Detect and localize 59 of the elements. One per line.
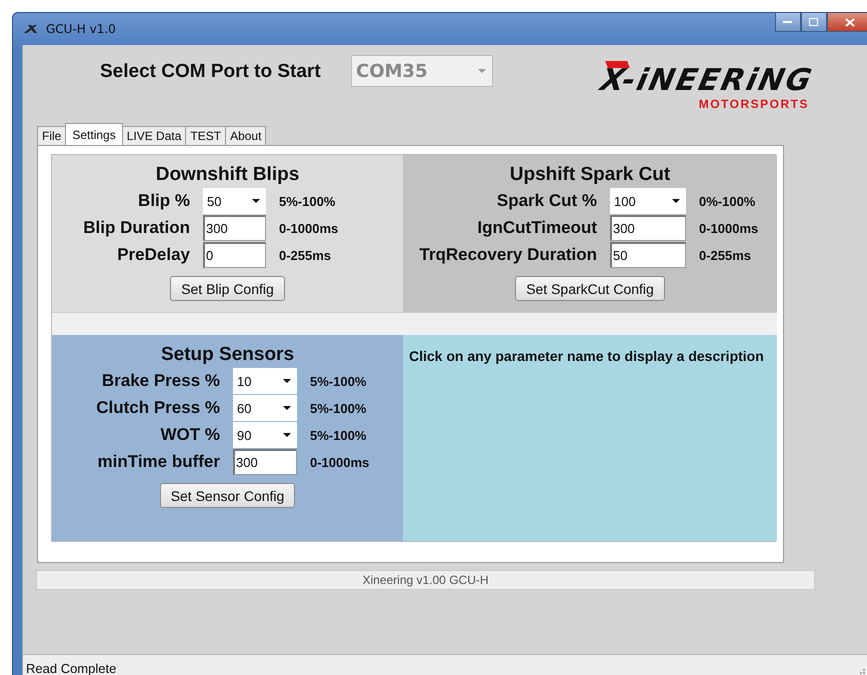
range-hint: 0-255ms: [279, 248, 332, 262]
parameter-label[interactable]: Spark Cut %: [415, 191, 597, 211]
range-hint: 5%-100%: [310, 400, 368, 416]
close-icon: [845, 18, 855, 26]
tab[interactable]: Settings: [65, 123, 123, 145]
description-text: Click on any parameter name to display a description: [409, 348, 764, 364]
range-hint: 0-1000ms: [310, 454, 370, 470]
range-hint: 5%-100%: [310, 374, 368, 388]
minimize-button[interactable]: [775, 13, 801, 32]
close-button[interactable]: [827, 13, 867, 32]
dropdown-arrow-icon: [283, 433, 291, 437]
dropdown-arrow-icon: [283, 406, 291, 410]
app-icon: [24, 24, 40, 34]
tab[interactable]: File: [37, 126, 66, 145]
com-port-label: Select COM Port to Start: [100, 61, 321, 83]
value-field[interactable]: 300: [610, 215, 686, 241]
set-config-button[interactable]: Set SparkCut Config: [515, 276, 665, 301]
dropdown-arrow-icon: [252, 199, 260, 203]
version-text: Xineering v1.00 GCU-H: [362, 573, 489, 587]
panel-title: Upshift Spark Cut: [510, 164, 670, 186]
range-hint: 0%-100%: [699, 194, 756, 208]
maximize-button[interactable]: [801, 13, 827, 32]
range-hint: 0-1000ms: [699, 220, 760, 236]
dropdown-arrow-icon: [478, 69, 486, 73]
value-field[interactable]: 300: [203, 215, 266, 241]
parameter-label[interactable]: Clutch Press %: [52, 398, 220, 418]
value-dropdown[interactable]: 90: [233, 422, 297, 448]
range-hint: 5%-100%: [310, 428, 368, 442]
tab[interactable]: TEST: [185, 126, 226, 145]
value-field[interactable]: 0: [203, 242, 266, 268]
set-config-button[interactable]: Set Blip Config: [170, 276, 285, 301]
dropdown-arrow-icon: [283, 379, 291, 383]
parameter-label[interactable]: TrqRecovery Duration: [415, 245, 597, 265]
parameter-label[interactable]: minTime buffer: [52, 452, 220, 472]
minimize-icon: [783, 20, 793, 24]
window-title: GCU-H v1.0: [46, 22, 116, 36]
status-text: Read Complete: [26, 660, 116, 675]
parameter-label[interactable]: WOT %: [52, 425, 220, 445]
panel-title: Downshift Blips: [156, 164, 300, 186]
range-hint: 0-1000ms: [279, 220, 340, 236]
parameter-label[interactable]: IgnCutTimeout: [415, 218, 597, 238]
parameter-label[interactable]: PreDelay: [62, 245, 190, 265]
value-dropdown[interactable]: 10: [233, 368, 297, 394]
range-hint: 5%-100%: [279, 194, 336, 208]
set-config-button[interactable]: Set Sensor Config: [160, 483, 296, 508]
tab[interactable]: LIVE Data: [122, 126, 186, 145]
range-hint: 0-255ms: [699, 248, 752, 262]
value-dropdown[interactable]: 100: [610, 188, 686, 214]
panel-title: Setup Sensors: [160, 344, 294, 366]
tab[interactable]: About: [225, 126, 266, 145]
parameter-label[interactable]: Blip %: [62, 191, 190, 211]
value-field[interactable]: 50: [610, 242, 686, 268]
parameter-label[interactable]: Blip Duration: [62, 218, 190, 238]
dropdown-arrow-icon: [672, 199, 680, 203]
maximize-icon: [809, 18, 819, 26]
value-field[interactable]: 300: [233, 449, 297, 475]
parameter-label[interactable]: Brake Press %: [52, 371, 220, 391]
value-dropdown[interactable]: 50: [203, 188, 266, 214]
value-dropdown[interactable]: 60: [233, 395, 297, 421]
